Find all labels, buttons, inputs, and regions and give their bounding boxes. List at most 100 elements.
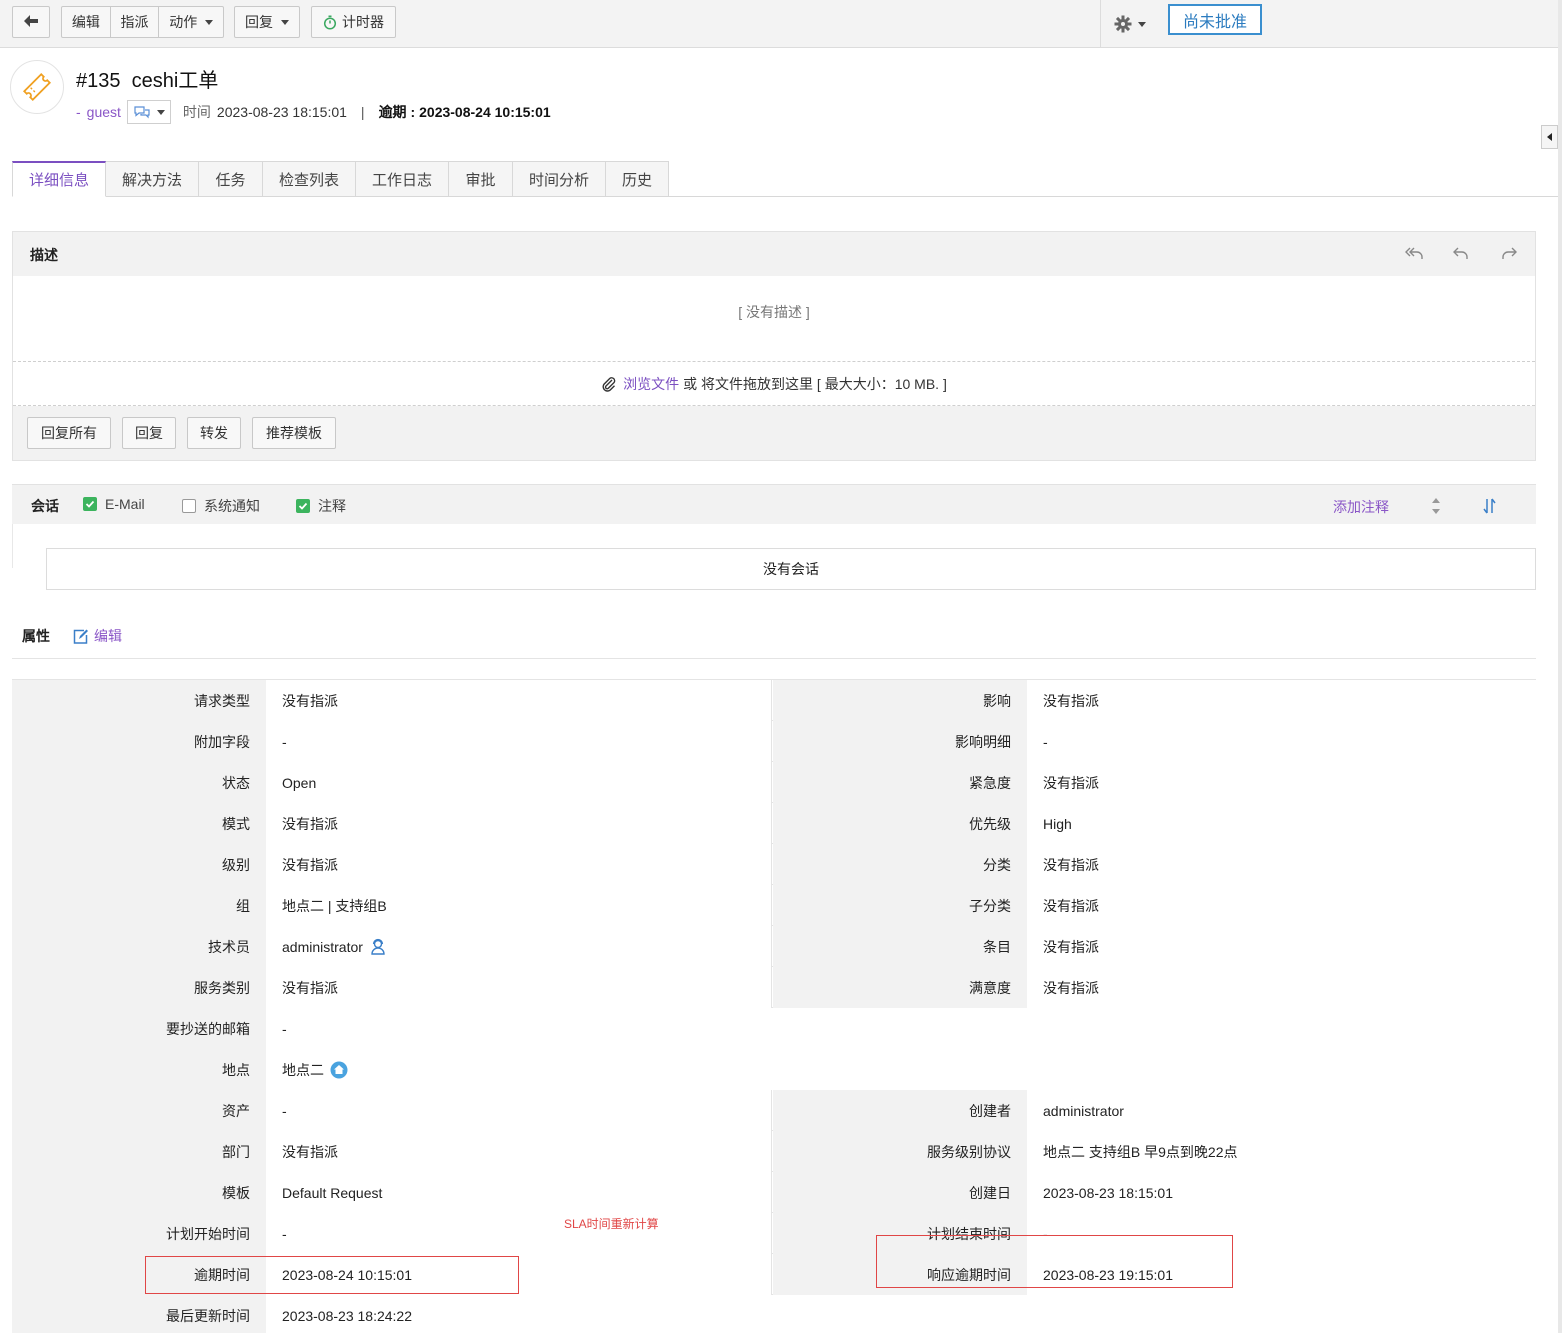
reply-dropdown[interactable]: 回复	[234, 6, 300, 38]
edit-icon	[72, 628, 89, 645]
property-value: 没有指派	[1027, 762, 1536, 803]
requester-link[interactable]: guest	[87, 104, 121, 120]
separator: |	[360, 104, 365, 120]
property-label: 满意度	[773, 967, 1027, 1008]
property-label: 模板	[12, 1172, 266, 1213]
timer-button[interactable]: 计时器	[311, 6, 396, 38]
tab-time-analysis[interactable]: 时间分析	[513, 161, 606, 197]
browse-files-link[interactable]: 浏览文件	[623, 374, 679, 394]
assign-button[interactable]: 指派	[111, 12, 159, 32]
property-value-text: 没有指派	[282, 692, 338, 709]
chat-bubble-icon	[133, 105, 151, 119]
property-value-text: 没有指派	[282, 815, 338, 832]
filter-email-checkbox[interactable]: E-Mail	[83, 496, 145, 512]
tab-resolution[interactable]: 解决方法	[106, 161, 199, 197]
toolbar-button-group: 编辑 指派 动作	[61, 6, 224, 38]
suggest-template-button[interactable]: 推荐模板	[252, 417, 336, 449]
actions-dropdown[interactable]: 动作	[159, 12, 223, 32]
reply-button[interactable]: 回复	[122, 417, 176, 449]
chevron-down-icon	[205, 19, 214, 25]
tab-history[interactable]: 历史	[606, 161, 669, 197]
scrollbar-track[interactable]	[1558, 0, 1562, 1333]
property-label: 影响	[773, 680, 1027, 721]
technician-icon[interactable]	[369, 938, 387, 956]
home-icon[interactable]	[330, 1061, 348, 1079]
property-value-text: 地点二 | 支持组B	[282, 897, 387, 914]
property-value: administrator	[266, 926, 772, 967]
settings-dropdown[interactable]	[1100, 0, 1158, 48]
property-value: -	[266, 1213, 772, 1254]
tab-tasks[interactable]: 任务	[199, 161, 263, 197]
tab-worklog[interactable]: 工作日志	[356, 161, 449, 197]
property-value-text: 没有指派	[282, 1143, 338, 1160]
property-value-text: Default Request	[282, 1184, 383, 1201]
filter-system-notice-label: 系统通知	[204, 498, 260, 514]
reply-all-icon[interactable]	[1403, 242, 1425, 264]
property-value: 没有指派	[266, 967, 772, 1008]
annotation-note: SLA时间重新计算	[564, 1217, 659, 1231]
description-body[interactable]: [ 没有描述 ]	[13, 276, 1535, 362]
forward-button[interactable]: 转发	[187, 417, 241, 449]
property-label: 紧急度	[773, 762, 1027, 803]
toolbar: 编辑 指派 动作 回复 计时器 尚未批准	[0, 0, 1562, 48]
tab-details[interactable]: 详细信息	[12, 161, 106, 197]
expand-collapse-icon[interactable]	[1429, 497, 1443, 515]
property-value-text: 2023-08-23 18:24:22	[282, 1307, 412, 1324]
property-value-text: 地点二	[282, 1061, 324, 1078]
tab-checklist[interactable]: 检查列表	[263, 161, 356, 197]
timer-label: 计时器	[342, 14, 384, 30]
property-row: 组地点二 | 支持组B 子分类 没有指派	[12, 885, 1536, 926]
property-label: 子分类	[773, 885, 1027, 926]
property-label: 模式	[12, 803, 266, 844]
property-value: 2023-08-23 18:24:22	[266, 1295, 1536, 1333]
attachment-dropzone[interactable]: 浏览文件 或 将文件拖放到这里 [ 最大大小：10 MB. ]	[13, 362, 1535, 406]
reply-all-button[interactable]: 回复所有	[27, 417, 111, 449]
property-label: 服务类别	[12, 967, 266, 1008]
checkbox-checked-icon	[296, 499, 310, 513]
property-label: 要抄送的邮箱	[12, 1008, 266, 1049]
description-title: 描述	[30, 247, 58, 263]
property-row: 模式 没有指派 优先级 High	[12, 803, 1536, 844]
property-label: 附加字段	[12, 721, 266, 762]
edit-button[interactable]: 编辑	[62, 12, 110, 32]
back-button[interactable]	[12, 6, 50, 38]
add-note-link[interactable]: 添加注释	[1333, 497, 1389, 517]
filter-notes-checkbox[interactable]: 注释	[296, 496, 346, 516]
property-row: 要抄送的邮箱 -	[12, 1008, 1536, 1049]
tab-approval[interactable]: 审批	[449, 161, 513, 197]
property-value-text: 没有指派	[282, 856, 338, 873]
property-value-text: -	[282, 1102, 287, 1119]
property-value: administrator	[1027, 1090, 1536, 1131]
property-value: 2023-08-23 18:15:01	[1027, 1172, 1536, 1213]
properties-edit-link[interactable]: 编辑	[72, 626, 122, 646]
time-value: 2023-08-23 18:15:01	[216, 104, 347, 120]
chevron-down-icon	[1137, 21, 1146, 27]
property-row: 最后更新时间 2023-08-23 18:24:22	[12, 1295, 1536, 1333]
property-value: Open	[266, 762, 772, 803]
forward-icon[interactable]	[1498, 242, 1520, 264]
chat-dropdown[interactable]	[126, 100, 171, 124]
filter-system-notice-checkbox[interactable]: 系统通知	[182, 496, 260, 516]
arrow-left-icon	[23, 14, 39, 31]
annotation-box-response-due	[876, 1235, 1233, 1288]
property-value: High	[1027, 803, 1536, 844]
chevron-down-icon	[281, 19, 289, 25]
conversation-title: 会话	[31, 498, 59, 514]
stopwatch-icon	[323, 15, 337, 30]
property-label: 技术员	[12, 926, 266, 967]
property-label: 创建者	[773, 1090, 1027, 1131]
ticket-id: #135	[76, 70, 121, 92]
gear-icon	[1114, 15, 1132, 33]
reply-icon[interactable]	[1450, 242, 1472, 264]
page-title: #135 ceshi工单	[76, 64, 218, 93]
property-value: -	[266, 1008, 1536, 1049]
property-value: 没有指派	[266, 844, 772, 885]
approval-status-button[interactable]: 尚未批准	[1168, 4, 1262, 35]
reply-label: 回复	[245, 14, 273, 30]
sort-order-icon[interactable]	[1481, 497, 1499, 515]
property-value: 没有指派	[1027, 680, 1536, 721]
panel-toggle-button[interactable]	[1541, 125, 1558, 149]
property-row: 部门 没有指派 服务级别协议 地点二 支持组B 早9点到晚22点	[12, 1131, 1536, 1172]
property-value: 没有指派	[1027, 926, 1536, 967]
chevron-left-icon	[1547, 133, 1552, 141]
